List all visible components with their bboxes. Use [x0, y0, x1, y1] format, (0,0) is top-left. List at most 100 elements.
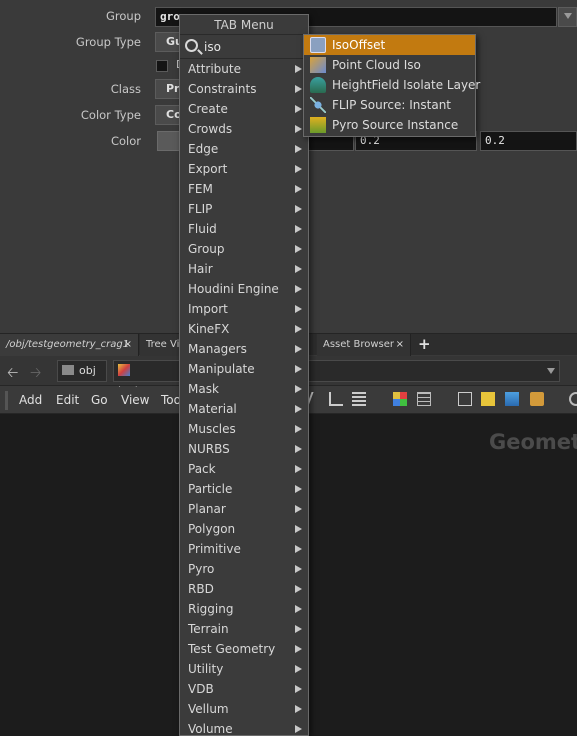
menu-item-mask[interactable]: Mask [180, 379, 308, 399]
group-field-menu-button[interactable] [558, 7, 577, 27]
search-result-item[interactable]: Pyro Source Instance [304, 115, 475, 135]
menu-item-label: Volume [188, 722, 233, 736]
menu-item-flip[interactable]: FLIP [180, 199, 308, 219]
tab-asset-browser[interactable]: Asset Browser × [317, 334, 411, 356]
menu-item-label: Vellum [188, 702, 229, 716]
tab-asset-browser-label: Asset Browser [323, 339, 395, 350]
menu-go[interactable]: Go [91, 393, 108, 407]
cut-icon[interactable] [306, 392, 326, 406]
path-dropdown[interactable] [308, 360, 560, 382]
color-b-field[interactable]: 0.2 [480, 131, 577, 151]
submenu-arrow-icon [295, 125, 302, 133]
menu-item-vellum[interactable]: Vellum [180, 699, 308, 719]
search-icon[interactable] [569, 392, 577, 406]
menu-add[interactable]: Add [19, 393, 42, 407]
background-image-icon[interactable] [505, 392, 519, 406]
menu-item-label: Edge [188, 142, 219, 156]
menu-item-utility[interactable]: Utility [180, 659, 308, 679]
menu-item-label: Hair [188, 262, 213, 276]
menu-item-vdb[interactable]: VDB [180, 679, 308, 699]
close-icon[interactable]: × [124, 334, 132, 356]
menu-item-crowds[interactable]: Crowds [180, 119, 308, 139]
menu-item-label: Group [188, 242, 225, 256]
class-label: Class [110, 82, 141, 96]
menu-item-fluid[interactable]: Fluid [180, 219, 308, 239]
menu-tools[interactable]: Too [161, 393, 181, 407]
menu-item-export[interactable]: Export [180, 159, 308, 179]
tab-network-editor[interactable]: /obj/testgeometry_crag1 × [0, 334, 139, 356]
color-b-value: 0.2 [485, 134, 505, 147]
submenu-arrow-icon [295, 485, 302, 493]
menu-item-import[interactable]: Import [180, 299, 308, 319]
menu-item-label: Crowds [188, 122, 233, 136]
menu-item-edge[interactable]: Edge [180, 139, 308, 159]
submenu-arrow-icon [295, 705, 302, 713]
menu-item-pack[interactable]: Pack [180, 459, 308, 479]
color-swatch[interactable] [157, 131, 181, 151]
menu-view[interactable]: View [121, 393, 149, 407]
tab-menu-title: TAB Menu [180, 15, 308, 35]
submenu-arrow-icon [295, 525, 302, 533]
menu-item-particle[interactable]: Particle [180, 479, 308, 499]
search-result-item[interactable]: IsoOffset [304, 35, 475, 55]
menu-item-volume[interactable]: Volume [180, 719, 308, 736]
menu-item-label: NURBS [188, 442, 230, 456]
path-segment-obj-label: obj [79, 364, 96, 377]
submenu-arrow-icon [295, 605, 302, 613]
menu-item-houdini-engine[interactable]: Houdini Engine [180, 279, 308, 299]
menu-item-group[interactable]: Group [180, 239, 308, 259]
menu-item-primitive[interactable]: Primitive [180, 539, 308, 559]
search-result-item[interactable]: Point Cloud Iso [304, 55, 475, 75]
menu-item-kinefx[interactable]: KineFX [180, 319, 308, 339]
menu-item-label: Pack [188, 462, 216, 476]
menu-item-label: Primitive [188, 542, 241, 556]
close-icon[interactable]: × [396, 334, 404, 356]
search-result-label: Pyro Source Instance [332, 118, 459, 132]
menu-item-fem[interactable]: FEM [180, 179, 308, 199]
search-results-list: IsoOffset Point Cloud Iso HeightField Isol… [303, 34, 480, 137]
geometry-node-icon [118, 364, 130, 376]
tree-layout-icon[interactable] [329, 392, 343, 406]
menu-item-label: Create [188, 102, 228, 116]
back-arrow-icon[interactable]: 🡠 [7, 362, 18, 386]
network-box-icon[interactable] [458, 392, 472, 406]
menu-item-manipulate[interactable]: Manipulate [180, 359, 308, 379]
search-result-item[interactable]: FLIP Source: Instant [304, 95, 475, 115]
menu-item-pyro[interactable]: Pyro [180, 559, 308, 579]
tab-search-input[interactable] [204, 38, 304, 56]
chevron-down-icon [547, 368, 555, 374]
menu-item-muscles[interactable]: Muscles [180, 419, 308, 439]
menu-item-label: Material [188, 402, 237, 416]
menu-item-constraints[interactable]: Constraints [180, 79, 308, 99]
path-segment-geometry[interactable]: testgeom [113, 360, 180, 397]
sticky-note-icon[interactable] [481, 392, 495, 406]
toggle-checkbox[interactable] [156, 60, 168, 72]
menu-item-terrain[interactable]: Terrain [180, 619, 308, 639]
menu-item-managers[interactable]: Managers [180, 339, 308, 359]
subnet-icon[interactable] [530, 392, 544, 406]
color-palette-icon[interactable] [393, 392, 407, 406]
chevron-down-icon [564, 13, 572, 19]
grid-icon[interactable] [417, 392, 431, 406]
forward-arrow-icon[interactable]: 🡢 [30, 362, 41, 386]
submenu-arrow-icon [295, 385, 302, 393]
list-icon[interactable] [352, 392, 366, 406]
menu-item-rbd[interactable]: RBD [180, 579, 308, 599]
menu-item-test-geometry[interactable]: Test Geometry [180, 639, 308, 659]
menu-item-attribute[interactable]: Attribute [180, 59, 308, 79]
path-segment-obj[interactable]: obj [57, 360, 107, 382]
menu-item-polygon[interactable]: Polygon [180, 519, 308, 539]
menu-item-planar[interactable]: Planar [180, 499, 308, 519]
add-tab-button[interactable]: + [418, 335, 431, 353]
menu-item-label: Test Geometry [188, 642, 276, 656]
menu-item-label: Terrain [188, 622, 229, 636]
menu-item-hair[interactable]: Hair [180, 259, 308, 279]
menu-item-create[interactable]: Create [180, 99, 308, 119]
menu-item-label: Constraints [188, 82, 257, 96]
menu-item-nurbs[interactable]: NURBS [180, 439, 308, 459]
tab-tree-view[interactable]: Tree Vie [140, 334, 186, 356]
menu-item-rigging[interactable]: Rigging [180, 599, 308, 619]
menu-edit[interactable]: Edit [56, 393, 79, 407]
menu-item-material[interactable]: Material [180, 399, 308, 419]
search-result-item[interactable]: HeightField Isolate Layer [304, 75, 480, 95]
